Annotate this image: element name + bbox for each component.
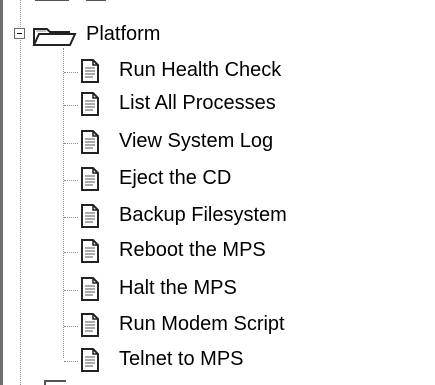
document-icon xyxy=(81,277,99,301)
tree-item-list-all-processes[interactable]: List All Processes xyxy=(64,90,364,120)
document-icon xyxy=(81,348,99,372)
tree-item-label: Eject the CD xyxy=(119,167,232,189)
tree-item-label: Telnet to MPS xyxy=(119,348,244,370)
tree-item-telnet-to-mps[interactable]: Telnet to MPS xyxy=(64,346,364,376)
tree-item-run-modem-script[interactable]: Run Modem Script xyxy=(64,311,364,341)
document-icon xyxy=(81,167,99,191)
tree-item-eject-the-cd[interactable]: Eject the CD xyxy=(64,165,364,195)
pane-border xyxy=(0,0,3,385)
tree-item-label: List All Processes xyxy=(119,92,276,114)
document-icon xyxy=(81,204,99,228)
folder-open-icon xyxy=(32,28,77,46)
tree-item-backup-filesystem[interactable]: Backup Filesystem xyxy=(64,202,364,232)
tree-item-label: Halt the MPS xyxy=(119,277,237,299)
document-icon xyxy=(81,59,99,83)
tree-item-reboot-the-mps[interactable]: Reboot the MPS xyxy=(64,237,364,267)
next-tree-item-clipped xyxy=(44,380,66,385)
document-icon xyxy=(81,239,99,263)
tree-node-platform[interactable]: Platform xyxy=(86,22,160,46)
tree-item-label: Run Modem Script xyxy=(119,313,285,335)
tree-item-label: View System Log xyxy=(119,130,274,152)
tree-item-halt-the-mps[interactable]: Halt the MPS xyxy=(64,275,364,305)
document-icon xyxy=(81,92,99,116)
tree-connector-line xyxy=(20,0,21,385)
tree-view: Platform Run Health Check List All Proce… xyxy=(0,0,435,385)
tree-item-run-health-check[interactable]: Run Health Check xyxy=(64,57,364,87)
tree-item-label: Run Health Check xyxy=(119,59,282,81)
collapse-toggle[interactable] xyxy=(14,28,25,39)
previous-tree-item-clipped xyxy=(28,0,118,5)
tree-item-label: Backup Filesystem xyxy=(119,204,287,226)
tree-item-view-system-log[interactable]: View System Log xyxy=(64,128,364,158)
tree-item-label: Reboot the MPS xyxy=(119,239,266,261)
document-icon xyxy=(81,313,99,337)
document-icon xyxy=(81,130,99,154)
